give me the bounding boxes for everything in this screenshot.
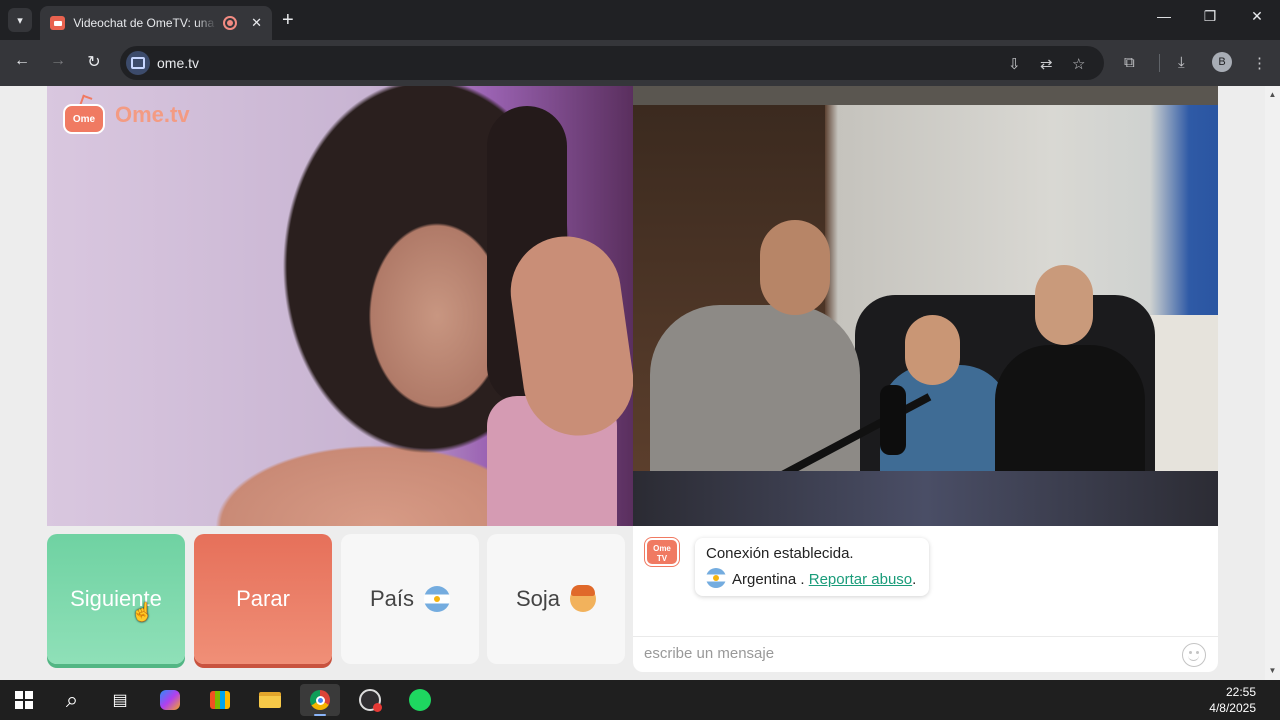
spotify-icon[interactable]	[400, 684, 440, 716]
partner-info: Argentina . Reportar abuso.	[706, 568, 918, 588]
browser-toolbar: ← → ↻ ome.tv ⇩ ⇄ ☆ ⧉ ⤓ B ⋮	[0, 40, 1280, 86]
message-input[interactable]	[644, 645, 1164, 662]
microphone-shape	[880, 385, 906, 455]
toolbar-divider	[1159, 54, 1160, 72]
argentina-flag-icon	[424, 586, 451, 612]
ometv-chat-logo-icon: Ome TV	[645, 538, 679, 566]
forward-button[interactable]: →	[47, 52, 69, 70]
downloads-icon[interactable]: ⤓	[1178, 54, 1185, 71]
hand-cursor-icon: ☝	[131, 602, 154, 622]
back-button[interactable]: ←	[11, 52, 33, 70]
emoji-smiley-icon[interactable]	[1182, 643, 1206, 667]
report-suffix: .	[912, 571, 917, 588]
connection-status: Conexión establecida.	[706, 545, 854, 562]
stop-button-label: Parar	[236, 586, 290, 611]
page-scrollbar[interactable]: ▲ ▼	[1265, 86, 1280, 680]
obs-icon[interactable]	[350, 684, 390, 716]
recording-indicator-icon	[223, 16, 238, 30]
browser-tab[interactable]: Videochat de OmeTV: una a ✕	[40, 6, 272, 40]
maximize-button[interactable]: ❐	[1198, 8, 1222, 25]
argentina-flag-small-icon	[706, 568, 726, 588]
windows-start-icon[interactable]	[4, 684, 44, 716]
tab-strip: ▾ Videochat de OmeTV: una a ✕ + — ❐ ✕	[0, 0, 1280, 40]
scroll-down-arrow-icon[interactable]: ▼	[1265, 666, 1280, 675]
new-tab-button[interactable]: +	[282, 8, 294, 32]
self-video	[633, 86, 1218, 526]
stop-button[interactable]: Parar	[194, 534, 332, 664]
file-explorer-icon[interactable]	[250, 684, 290, 716]
profile-avatar[interactable]: B	[1212, 52, 1232, 72]
minimize-button[interactable]: —	[1152, 8, 1176, 24]
clock-time: 22:55	[1225, 685, 1256, 699]
reload-button[interactable]: ↻	[83, 52, 105, 72]
scroll-up-arrow-icon[interactable]: ▲	[1265, 90, 1280, 99]
webcam-scene	[633, 105, 1218, 471]
ometv-favicon-icon	[50, 16, 66, 30]
windows-taskbar: ⌕ ▤ 22:55 4/8/2025	[0, 680, 1280, 720]
gender-filter-button[interactable]: Soja	[487, 534, 625, 664]
chrome-icon[interactable]	[300, 684, 340, 716]
country-filter-button[interactable]: País	[341, 534, 479, 664]
country-button-label: País	[369, 586, 415, 611]
system-message: Conexión establecida. Argentina . Report…	[695, 538, 929, 596]
partner-country: Argentina	[732, 571, 797, 588]
close-window-button[interactable]: ✕	[1245, 8, 1269, 25]
ometv-page: Ome Ome.tv Siguiente Parar País Soja ☝ O…	[0, 86, 1280, 680]
next-button[interactable]: Siguiente	[47, 534, 185, 664]
report-abuse-link[interactable]: Reportar abuso	[809, 571, 912, 588]
chat-input-row	[633, 636, 1218, 672]
copilot-icon[interactable]	[150, 684, 190, 716]
translate-icon[interactable]: ⇄	[1040, 55, 1053, 73]
system-clock[interactable]: 22:55 4/8/2025	[1209, 684, 1256, 716]
tab-title: Videochat de OmeTV: una a	[73, 16, 218, 30]
chat-panel: Ome TV Conexión establecida. Argentina . …	[633, 526, 1218, 672]
gender-button-label: Soja	[515, 586, 561, 611]
clock-date: 4/8/2025	[1209, 701, 1256, 715]
video-bottom-strip	[633, 471, 1218, 526]
ometv-tv-logo-icon: Ome	[63, 94, 107, 134]
extensions-puzzle-icon[interactable]: ⧉	[1124, 54, 1135, 71]
ometv-logo[interactable]: Ome Ome.tv	[63, 94, 190, 134]
address-bar[interactable]: ome.tv ⇩ ⇄ ☆	[120, 46, 1104, 80]
site-camera-icon[interactable]	[126, 51, 150, 75]
tab-close-icon[interactable]: ✕	[251, 15, 262, 31]
url-text[interactable]: ome.tv	[157, 55, 199, 71]
bookmark-star-icon[interactable]: ☆	[1072, 55, 1085, 73]
separator: .	[796, 571, 809, 588]
microsoft-store-icon[interactable]	[200, 684, 240, 716]
task-view-icon[interactable]: ▤	[100, 684, 140, 716]
menu-kebab-icon[interactable]: ⋮	[1252, 54, 1267, 72]
boy-emoji-icon	[570, 585, 597, 612]
install-app-icon[interactable]: ⇩	[1008, 55, 1021, 73]
tab-search-chevron-icon[interactable]: ▾	[8, 8, 32, 32]
stranger-video	[47, 86, 633, 526]
search-icon[interactable]: ⌕	[52, 684, 92, 716]
logo-text: Ome.tv	[115, 102, 190, 127]
